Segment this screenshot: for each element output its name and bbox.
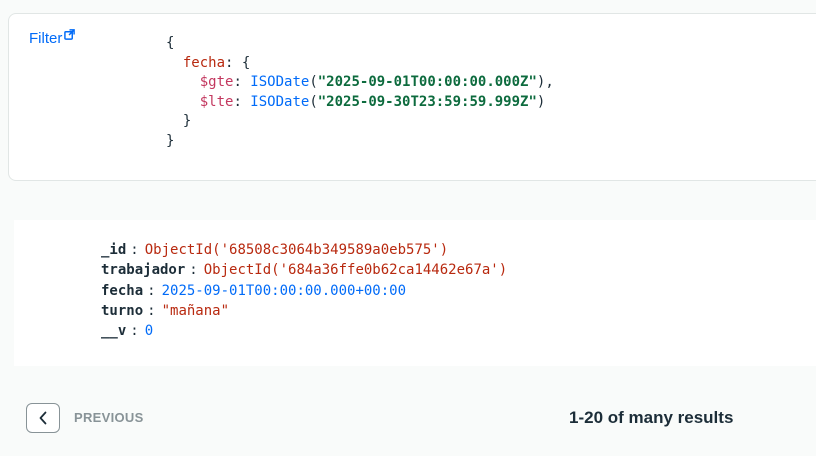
- field-value: ObjectId('684a36ffe0b62ca14462e67a'): [203, 262, 508, 278]
- field-value: ObjectId('68508c3064b349589a0eb575'): [144, 242, 449, 258]
- chevron-left-icon: [39, 411, 47, 425]
- code-close-brace: }: [166, 132, 175, 149]
- code-lte-function: ISODate: [250, 93, 310, 110]
- filter-link[interactable]: Filter: [29, 29, 76, 47]
- previous-label[interactable]: PREVIOUS: [74, 410, 144, 425]
- document-field-row: trabajador: ObjectId('684a36ffe0b62ca1446…: [101, 262, 508, 278]
- code-gte-function: ISODate: [250, 74, 310, 90]
- document-field-row: fecha:2025-09-01T00:00:00.000+00:00: [101, 283, 407, 299]
- code-gte-value: "2025-09-01T00:00:00.000Z": [317, 74, 537, 90]
- field-value: "mañana": [161, 303, 230, 319]
- results-count: 1-20 of many results: [569, 408, 734, 427]
- code-lte-operator: $lte: [199, 93, 234, 110]
- filter-panel: Filter { fecha: { $gte: ISODate("2025-09…: [8, 13, 816, 181]
- field-key: __v: [101, 323, 127, 339]
- code-gte-operator: $gte: [199, 74, 234, 90]
- external-link-icon: [64, 29, 76, 40]
- field-key: trabajador: [101, 262, 186, 278]
- filter-label: Filter: [29, 30, 63, 47]
- previous-page-button[interactable]: [26, 403, 60, 433]
- code-lte-value: "2025-09-30T23:59:59.999Z": [317, 93, 537, 110]
- document-field-row: _id: ObjectId('68508c3064b349589a0eb575'): [101, 242, 449, 258]
- field-key: _id: [101, 242, 127, 258]
- code-open-brace: {: [166, 35, 175, 51]
- field-value: 0: [144, 323, 154, 339]
- field-value: 2025-09-01T00:00:00.000+00:00: [161, 283, 407, 299]
- document-field-row: __v:0: [101, 323, 154, 339]
- code-field-name: fecha: [182, 54, 226, 71]
- field-key: turno: [101, 303, 144, 319]
- document-field-row: turno: "mañana": [101, 303, 230, 319]
- field-key: fecha: [101, 283, 144, 299]
- filter-query-code[interactable]: { fecha: { $gte: ISODate("2025-09-01T00:…: [166, 34, 554, 151]
- document-card[interactable]: _id: ObjectId('68508c3064b349589a0eb575')…: [14, 220, 816, 366]
